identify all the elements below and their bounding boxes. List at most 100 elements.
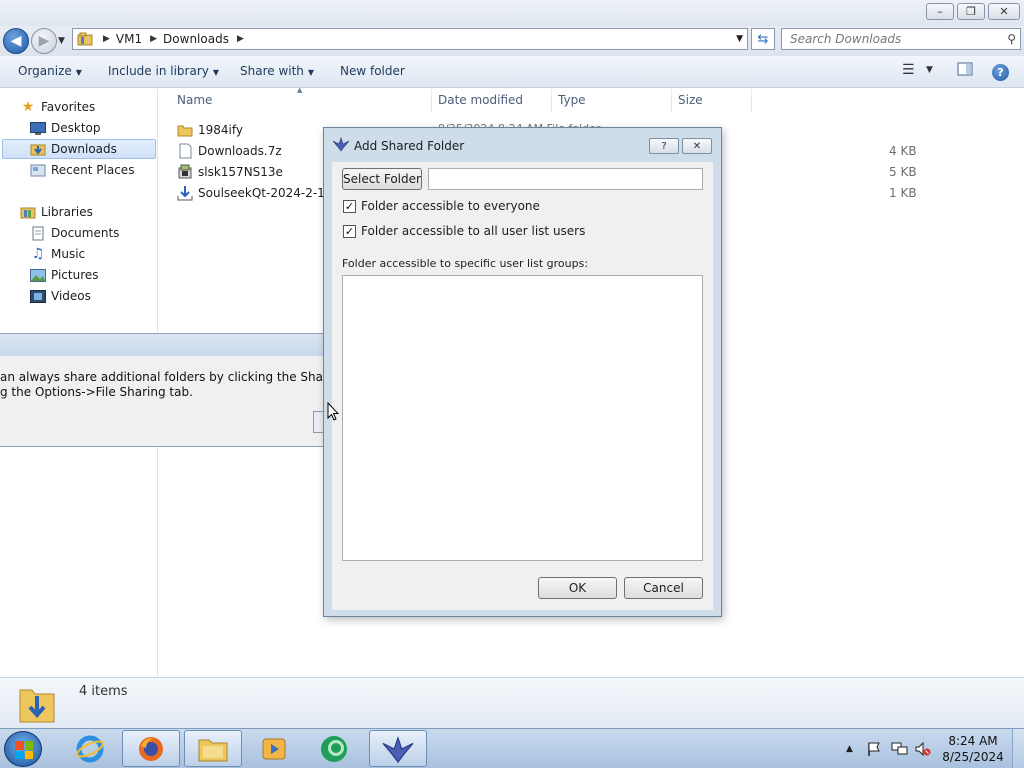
breadcrumb-separator-icon[interactable]: ▶ (237, 34, 244, 44)
show-hidden-icons-button[interactable]: ▲ (846, 729, 853, 768)
soulseek-icon[interactable] (369, 730, 427, 767)
file-size: 5 KB (889, 165, 917, 179)
forward-button[interactable]: ▶ (31, 28, 57, 54)
forward-arrow-icon: ▶ (38, 33, 50, 49)
info-dialog: an always share additional folders by cl… (0, 333, 330, 447)
nav-documents[interactable]: Documents (30, 223, 119, 243)
column-divider[interactable] (671, 89, 672, 113)
recent-pages-dropdown[interactable]: ▼ (58, 36, 65, 46)
nav-downloads[interactable]: Downloads (2, 139, 156, 159)
file-row[interactable]: Downloads.7z (177, 140, 282, 161)
checkbox-checked-icon: ✓ (343, 224, 356, 238)
network-icon[interactable] (891, 729, 909, 768)
taskbar: ▲ 8:24 AM 8/25/2024 (0, 728, 1024, 768)
address-dropdown-icon[interactable]: ▼ (736, 34, 743, 44)
all-users-checkbox[interactable]: ✓ Folder accessible to all user list use… (343, 224, 585, 238)
breadcrumb-vm1[interactable]: VM1 (116, 32, 142, 46)
file-row[interactable]: slsk157NS13e (177, 161, 283, 182)
nav-favorites[interactable]: ★ Favorites (20, 97, 96, 117)
taskbar-clock[interactable]: 8:24 AM 8/25/2024 (940, 733, 1006, 765)
file-size: 1 KB (889, 186, 917, 200)
green-app-icon[interactable] (306, 730, 364, 767)
show-desktop-button[interactable] (1012, 729, 1024, 768)
breadcrumb-downloads[interactable]: Downloads (163, 32, 229, 46)
select-folder-button[interactable]: Select Folder (342, 168, 422, 190)
checkbox-checked-icon: ✓ (343, 199, 356, 213)
action-center-flag-icon[interactable] (866, 729, 882, 768)
column-header-type[interactable]: Type (558, 93, 586, 107)
info-dialog-titlebar (0, 334, 330, 356)
file-name: 1984ify (198, 122, 243, 137)
volume-muted-icon[interactable] (914, 729, 932, 768)
share-with-menu[interactable]: Share with ▼ (240, 64, 314, 78)
clock-date: 8/25/2024 (942, 750, 1004, 764)
downloads-folder-icon (30, 142, 46, 156)
mouse-cursor-icon (327, 402, 339, 421)
nav-documents-label: Documents (51, 226, 120, 240)
nav-favorites-label: Favorites (41, 100, 96, 114)
help-button[interactable]: ? (649, 138, 679, 154)
dialog-close-button[interactable]: ✕ (682, 138, 712, 154)
explorer-titlebar: – ❐ ✕ (0, 0, 1024, 26)
back-button[interactable]: ◀ (3, 28, 29, 54)
documents-icon (30, 226, 46, 240)
dialog-title: Add Shared Folder (354, 139, 465, 153)
change-view-icon[interactable]: ☰ (902, 62, 915, 78)
start-button[interactable] (4, 731, 42, 767)
file-row[interactable]: SoulseekQt-2024-2-1-64 (177, 182, 344, 203)
nav-music[interactable]: ♫ Music (30, 244, 85, 264)
internet-explorer-icon[interactable] (61, 730, 119, 767)
column-divider[interactable] (551, 89, 552, 113)
refresh-button[interactable]: ⇆ (751, 28, 775, 50)
file-row[interactable]: 1984ify (177, 119, 243, 140)
installer-icon (177, 164, 193, 180)
maximize-button[interactable]: ❐ (957, 3, 985, 20)
breadcrumb-separator-icon[interactable]: ▶ (103, 34, 110, 44)
cancel-button[interactable]: Cancel (624, 577, 703, 599)
minimize-button[interactable]: – (926, 3, 954, 20)
user-groups-list[interactable] (342, 275, 703, 561)
chevron-down-icon: ▼ (212, 68, 220, 77)
column-divider[interactable] (431, 89, 432, 113)
sort-arrow-icon: ▲ (297, 86, 303, 94)
explorer-icon[interactable] (184, 730, 242, 767)
preview-pane-icon[interactable] (957, 62, 973, 80)
pictures-icon (30, 268, 46, 282)
back-arrow-icon: ◀ (10, 33, 22, 49)
media-player-icon[interactable] (245, 730, 303, 767)
nav-music-label: Music (51, 247, 86, 261)
chevron-down-icon: ▼ (307, 68, 315, 77)
include-in-library-menu[interactable]: Include in library ▼ (108, 64, 219, 78)
nav-recent-places[interactable]: Recent Places (30, 160, 134, 180)
column-header-name[interactable]: Name (177, 93, 212, 107)
ok-button[interactable]: OK (538, 577, 617, 599)
file-name: slsk157NS13e (198, 164, 283, 179)
nav-desktop[interactable]: Desktop (30, 118, 101, 138)
nav-videos-label: Videos (51, 289, 91, 303)
nav-videos[interactable]: Videos (30, 286, 91, 306)
nav-desktop-label: Desktop (51, 121, 101, 135)
column-header-size[interactable]: Size (678, 93, 703, 107)
firefox-icon[interactable] (122, 730, 180, 767)
search-input[interactable]: Search Downloads ⚲ (781, 28, 1021, 50)
breadcrumb-separator-icon[interactable]: ▶ (150, 34, 157, 44)
everyone-checkbox[interactable]: ✓ Folder accessible to everyone (343, 199, 540, 213)
nav-libraries[interactable]: Libraries (20, 202, 93, 222)
search-placeholder: Search Downloads (790, 32, 902, 46)
column-divider[interactable] (751, 89, 752, 113)
new-folder-button[interactable]: New folder (340, 64, 405, 78)
help-icon[interactable]: ? (992, 64, 1009, 81)
view-options-dropdown-icon[interactable]: ▼ (926, 65, 933, 75)
column-header-date-modified[interactable]: Date modified (438, 93, 523, 107)
address-bar[interactable]: ▶ VM1 ▶ Downloads ▶ ▼ (72, 28, 748, 50)
search-icon[interactable]: ⚲ (1007, 29, 1016, 49)
file-icon (177, 143, 193, 159)
folder-path-input[interactable] (428, 168, 703, 190)
libraries-icon (20, 205, 36, 219)
details-pane: 4 items (0, 677, 1024, 728)
download-icon (177, 185, 193, 201)
close-button[interactable]: ✕ (988, 3, 1020, 20)
nav-pictures[interactable]: Pictures (30, 265, 99, 285)
organize-menu[interactable]: Organize ▼ (18, 64, 82, 78)
chevron-up-icon: ▲ (846, 744, 853, 754)
